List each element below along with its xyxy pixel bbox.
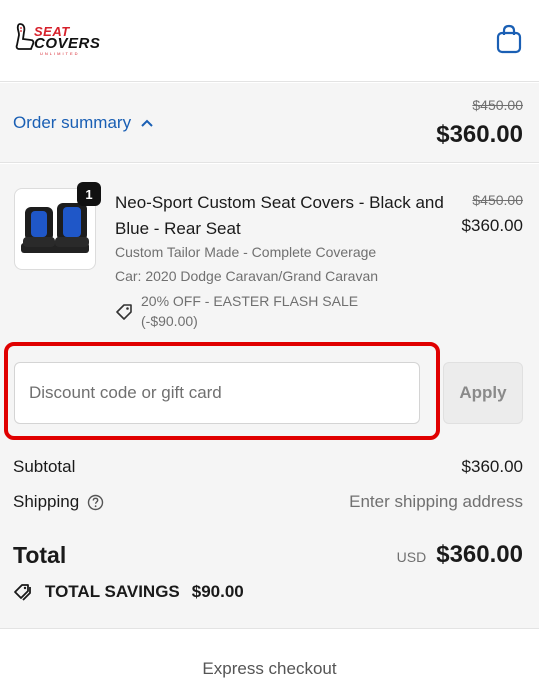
logo-text-covers: COVERS <box>34 35 101 52</box>
summary-total: $360.00 <box>436 121 523 148</box>
product-price: $360.00 <box>461 216 523 235</box>
seat-logo-icon <box>15 23 35 50</box>
order-summary-content: 1 Neo-Sport Custom Seat Covers - Black a… <box>0 164 539 700</box>
subtotal-value: $360.00 <box>461 457 523 476</box>
express-checkout-label: Express checkout <box>202 659 337 678</box>
logo-text-unlimited: UNLIMITED <box>40 51 80 56</box>
total-value-group: USD $360.00 <box>397 541 523 569</box>
product-title: Neo-Sport Custom Seat Covers - Black and… <box>115 193 444 238</box>
product-original-price: $450.00 <box>472 192 523 208</box>
apply-discount-button[interactable]: Apply <box>443 362 523 424</box>
product-discount: 20% OFF - EASTER FLASH SALE (-$90.00) <box>115 291 391 331</box>
total-label: Total <box>13 542 67 568</box>
product-variant: Custom Tailor Made - Complete Coverage <box>115 244 377 260</box>
total-amount: $360.00 <box>436 541 523 568</box>
shipping-value: Enter shipping address <box>349 492 523 511</box>
summary-original-total: $450.00 <box>472 97 523 113</box>
total-savings-amount: $90.00 <box>191 582 244 601</box>
order-summary-toggle[interactable]: Order summary <box>13 113 153 133</box>
shopping-bag-icon[interactable] <box>495 24 523 54</box>
shipping-row-label: Shipping <box>13 492 104 512</box>
product-discount-text: 20% OFF - EASTER FLASH SALE (-$90.00) <box>141 293 359 329</box>
seat-covers-unlimited-logo[interactable]: SEAT COVERS UNLIMITED <box>14 22 118 56</box>
order-summary-bar: Order summary $450.00 $360.00 <box>0 83 539 163</box>
checkout-header: SEAT COVERS UNLIMITED <box>0 0 539 82</box>
tag-icon <box>116 304 132 320</box>
discount-code-input[interactable] <box>14 362 420 424</box>
shipping-label: Shipping <box>13 492 80 511</box>
product-vehicle: Car: 2020 Dodge Caravan/Grand Caravan <box>115 268 379 284</box>
total-savings: TOTAL SAVINGS $90.00 <box>13 582 244 602</box>
tags-icon <box>14 584 31 601</box>
quantity-badge: 1 <box>77 182 101 206</box>
currency-code: USD <box>396 549 427 565</box>
total-savings-label: TOTAL SAVINGS <box>45 582 180 601</box>
express-checkout-section: Express checkout <box>0 628 539 700</box>
chevron-up-icon <box>141 119 153 127</box>
order-summary-label: Order summary <box>13 113 132 132</box>
help-circle-icon[interactable] <box>87 494 104 511</box>
subtotal-label: Subtotal <box>13 457 76 476</box>
